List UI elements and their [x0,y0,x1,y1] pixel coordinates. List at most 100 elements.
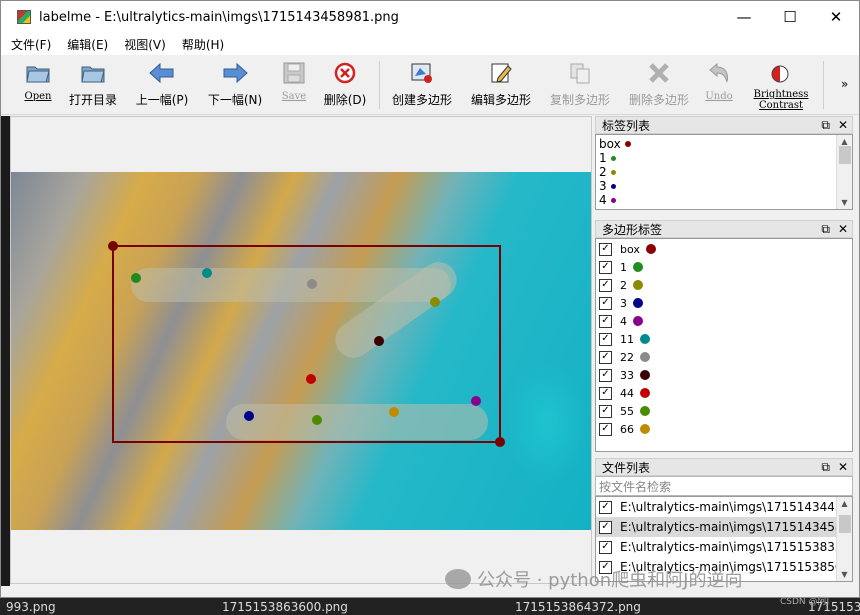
polygon-labels-dock: 多边形标签 ⧉ ✕ ✓ box ✓ 1 ✓ 2 ✓ 3 ✓ 4 ✓ 11 ✓ 22 ✓ 33 ✓… [595,220,853,454]
delete-icon [331,59,359,87]
toolbar-separator-2 [823,61,824,109]
label-list-title-bar: 标签列表 ⧉ ✕ [595,116,853,134]
polygon-label-item[interactable]: ✓ 33 [596,366,852,384]
color-dot [640,388,650,398]
open-button[interactable]: Open [21,57,55,113]
point-11[interactable] [202,268,212,278]
copy-polygon-button[interactable]: 复制多边形 [547,57,613,113]
delete-file-button[interactable]: 删除(D) [321,57,369,113]
point-1[interactable] [131,273,141,283]
float-icon[interactable]: ⧉ [821,460,830,475]
delete-polygon-button[interactable]: 删除多边形 [626,57,692,113]
toolbar-overflow-button[interactable]: » [841,77,848,91]
scroll-up-icon[interactable]: ▲ [841,137,847,146]
close-icon[interactable]: ✕ [838,222,848,237]
label-item[interactable]: 1 [596,151,852,165]
polygon-label-item[interactable]: ✓ 1 [596,258,852,276]
scroll-up-icon[interactable]: ▲ [841,499,847,508]
polygon-label-item[interactable]: ✓ 11 [596,330,852,348]
scroll-down-icon[interactable]: ▼ [841,570,847,579]
file-list-scrollbar[interactable]: ▲ ▼ [836,497,852,581]
minimize-button[interactable]: — [721,1,767,33]
label-list-scrollbar[interactable]: ▲ ▼ [836,135,852,209]
desktop-background-strip [0,598,860,615]
label-item[interactable]: 4 [596,193,852,207]
box-annotation[interactable] [112,245,501,443]
point-55[interactable] [312,415,322,425]
scroll-down-icon[interactable]: ▼ [841,198,847,207]
checkbox-checked[interactable]: ✓ [599,314,612,328]
point-4[interactable] [471,396,481,406]
menu-view[interactable]: 视图(V) [124,36,166,53]
menu-help[interactable]: 帮助(H) [182,36,224,53]
open-dir-button[interactable]: 打开目录 [67,57,119,113]
point-33[interactable] [374,336,384,346]
polygon-labels-title: 多边形标签 [602,222,663,237]
label-item[interactable]: box [596,137,852,151]
save-icon [280,59,308,87]
polygon-label-item[interactable]: ✓ box [596,240,852,258]
menu-bar: 文件(F) 编辑(E) 视图(V) 帮助(H) [1,33,859,55]
checkbox-checked[interactable]: ✓ [599,386,612,400]
folder-icon [79,59,107,87]
polygon-label-item[interactable]: ✓ 66 [596,420,852,438]
save-button[interactable]: Save [278,57,310,113]
scroll-thumb[interactable] [838,515,851,533]
checkbox-checked[interactable]: ✓ [599,242,612,256]
polygon-label-item[interactable]: ✓ 55 [596,402,852,420]
close-icon[interactable]: ✕ [838,460,848,475]
aerial-photo [11,172,591,530]
checkbox-checked[interactable]: ✓ [599,260,612,274]
undo-button[interactable]: Undo [703,57,735,113]
menu-edit[interactable]: 编辑(E) [67,36,108,53]
polygon-label-item[interactable]: ✓ 3 [596,294,852,312]
float-icon[interactable]: ⧉ [821,118,830,133]
next-image-button[interactable]: 下一幅(N) [206,57,264,113]
polygon-label-item[interactable]: ✓ 2 [596,276,852,294]
checkbox-checked[interactable]: ✓ [599,278,612,292]
menu-file[interactable]: 文件(F) [11,36,51,53]
checkbox-checked[interactable]: ✓ [599,500,612,514]
polygon-label-item[interactable]: ✓ 44 [596,384,852,402]
point-3[interactable] [244,411,254,421]
create-polygon-button[interactable]: 创建多边形 [389,57,455,113]
checkbox-checked[interactable]: ✓ [599,368,612,382]
color-dot [610,169,616,175]
maximize-button[interactable]: ☐ [767,1,813,33]
label-item[interactable]: 2 [596,165,852,179]
polygon-label-item[interactable]: ✓ 4 [596,312,852,330]
file-list-item-selected[interactable]: ✓ E:\ultralytics-main\imgs\17151434589 [596,517,852,537]
background-file-label: 1715153864372.png [515,600,641,614]
title-bar[interactable]: labelme - E:\ultralytics-main\imgs\17151… [1,1,859,33]
point-66[interactable] [389,407,399,417]
close-icon[interactable]: ✕ [838,118,848,133]
checkbox-checked[interactable]: ✓ [599,350,612,364]
checkbox-checked[interactable]: ✓ [599,404,612,418]
checkbox-checked[interactable]: ✓ [599,296,612,310]
edit-polygon-button[interactable]: 编辑多边形 [468,57,534,113]
file-list-item[interactable]: ✓ E:\ultralytics-main\imgs\17151434454 [596,497,852,517]
box-vertex[interactable] [495,437,505,447]
file-list-title: 文件列表 [602,460,651,475]
delete-polygon-icon [645,59,673,87]
polygon-label-item[interactable]: ✓ 22 [596,348,852,366]
file-list-item[interactable]: ✓ E:\ultralytics-main\imgs\17151538339 [596,537,852,557]
checkbox-checked[interactable]: ✓ [599,422,612,436]
color-dot [610,155,616,161]
checkbox-checked[interactable]: ✓ [599,332,612,346]
point-2[interactable] [430,297,440,307]
labelme-app-icon [17,10,31,24]
file-search-input[interactable]: 按文件名检索 [595,476,853,496]
close-window-button[interactable]: ✕ [813,1,859,33]
label-item[interactable]: 3 [596,179,852,193]
prev-image-button[interactable]: 上一幅(P) [133,57,191,113]
scroll-thumb[interactable] [838,146,851,164]
point-22[interactable] [307,279,317,289]
box-vertex[interactable] [108,241,118,251]
point-44[interactable] [306,374,316,384]
brightness-contrast-button[interactable]: Brightness Contrast [749,57,813,113]
image-canvas[interactable] [10,116,592,584]
float-icon[interactable]: ⧉ [821,222,830,237]
checkbox-checked[interactable]: ✓ [599,540,612,554]
checkbox-checked[interactable]: ✓ [599,520,612,534]
